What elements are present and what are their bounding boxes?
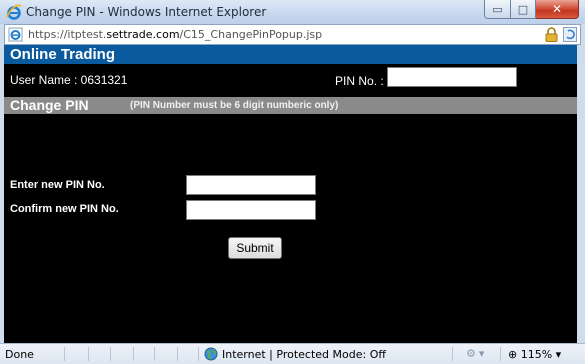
status-divider xyxy=(198,347,199,361)
user-name-label: User Name : 0631321 xyxy=(10,73,128,87)
pin-label: PIN No. : xyxy=(335,74,384,88)
window-controls: ▭ □ ✕ xyxy=(484,0,579,19)
security-zone-text[interactable]: Internet | Protected Mode: Off xyxy=(222,348,386,361)
status-divider xyxy=(500,347,501,361)
online-trading-title: Online Trading xyxy=(10,46,116,63)
close-button[interactable]: ✕ xyxy=(536,0,579,19)
status-divider xyxy=(452,347,453,361)
window-title: Change PIN - Windows Internet Explorer xyxy=(26,5,267,19)
status-divider xyxy=(88,347,89,361)
current-pin-input[interactable] xyxy=(387,67,517,87)
address-bar[interactable]: https://itptest.settrade.com/C15_ChangeP… xyxy=(4,24,581,45)
close-icon: ✕ xyxy=(551,2,563,16)
status-divider xyxy=(133,347,134,361)
status-divider xyxy=(110,347,111,361)
confirm-pin-label: Confirm new PIN No. xyxy=(10,203,119,215)
minimize-button[interactable]: ▭ xyxy=(484,0,511,19)
status-divider xyxy=(154,347,155,361)
submit-button[interactable]: Submit xyxy=(228,237,282,259)
new-pin-label: Enter new PIN No. xyxy=(10,179,105,191)
globe-icon xyxy=(204,347,218,361)
status-divider xyxy=(177,347,178,361)
change-pin-title: Change PIN xyxy=(10,97,89,113)
change-pin-header: Change PIN (PIN Number must be 6 digit n… xyxy=(4,97,577,114)
url-text[interactable]: https://itptest.settrade.com/C15_ChangeP… xyxy=(28,28,322,41)
title-bar: Change PIN - Windows Internet Explorer ▭… xyxy=(0,0,585,24)
new-pin-input[interactable] xyxy=(186,175,316,195)
minimize-icon: ▭ xyxy=(492,2,503,16)
user-info-row: User Name : 0631321 PIN No. : xyxy=(4,64,577,94)
zoom-level[interactable]: ⊕ 115% ▾ xyxy=(508,348,561,361)
browser-window: Change PIN - Windows Internet Explorer ▭… xyxy=(0,0,585,364)
online-trading-header: Online Trading xyxy=(4,45,577,64)
pin-rule-note: (PIN Number must be 6 digit numberic onl… xyxy=(130,100,339,111)
internet-explorer-icon xyxy=(6,4,22,20)
lock-icon[interactable] xyxy=(545,27,558,42)
page-ie-icon xyxy=(8,27,23,42)
refresh-icon[interactable] xyxy=(563,27,577,42)
maximize-button[interactable]: □ xyxy=(511,0,536,19)
status-bar: Done Internet | Protected Mode: Off ⚙ ▾ … xyxy=(0,343,585,364)
maximize-icon: □ xyxy=(517,2,529,16)
confirm-pin-input[interactable] xyxy=(186,200,316,220)
window-frame-right xyxy=(577,45,585,343)
page-content: Online Trading User Name : 0631321 PIN N… xyxy=(4,45,577,343)
status-text: Done xyxy=(5,348,34,361)
addons-icon[interactable]: ⚙ ▾ xyxy=(466,347,484,360)
status-divider xyxy=(64,347,65,361)
